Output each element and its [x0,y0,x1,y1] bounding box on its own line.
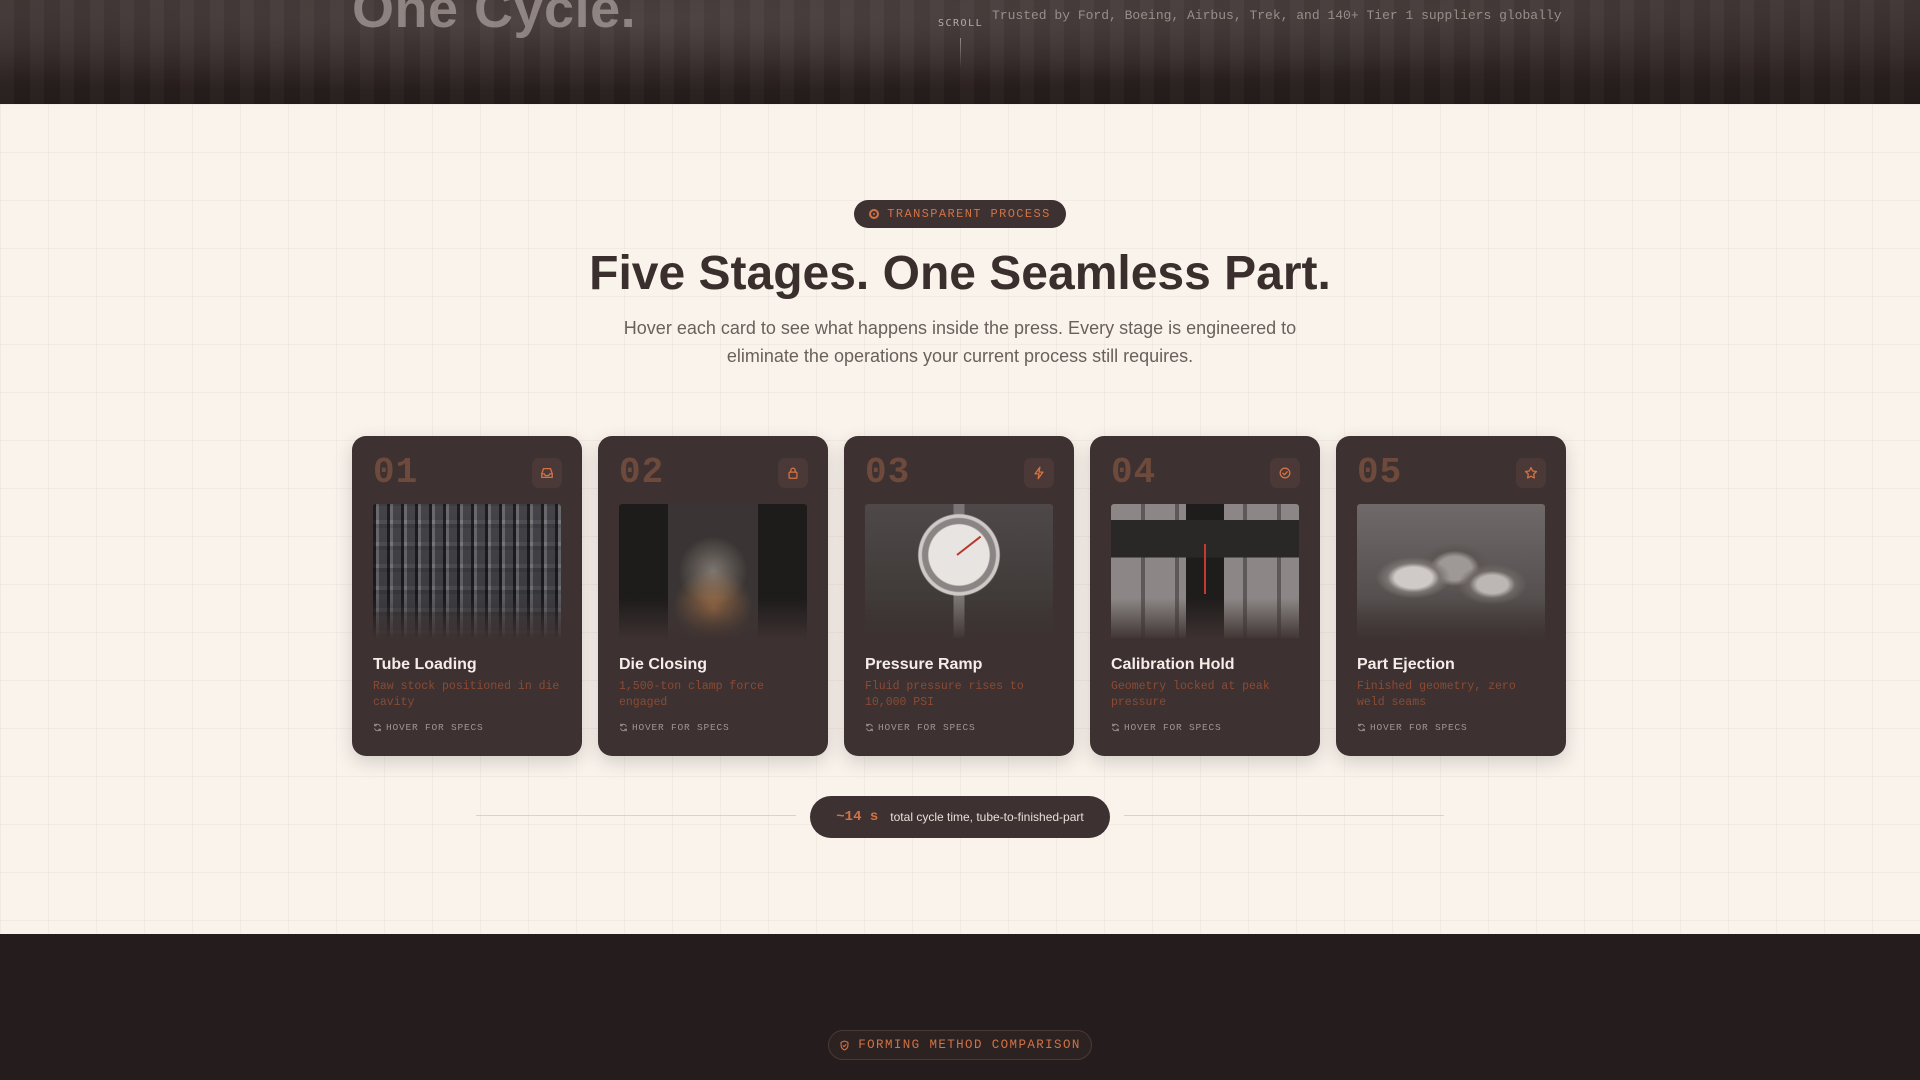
stage-image-cmm-probe [1111,504,1299,638]
shield-icon [840,1039,849,1051]
cycle-time-pill: ~14 s total cycle time, tube-to-finished… [810,796,1110,838]
stage-description: Finished geometry, zero weld seams [1357,680,1516,709]
refresh-icon [1358,723,1365,732]
stage-title: Part Ejection [1357,656,1455,673]
stage-number: 03 [865,452,911,493]
check-circle-icon [1270,458,1300,488]
stage-title: Calibration Hold [1111,656,1235,673]
hover-hint-label: HOVER FOR SPECS [1124,722,1222,733]
stage-card-calibration-hold[interactable]: 04 Calibration Hold Geometry locked at p… [1090,436,1320,756]
hover-hint: HOVER FOR SPECS [373,722,484,733]
inbox-tray-icon [532,458,562,488]
scroll-indicator-label[interactable]: SCROLL [938,18,983,29]
hover-hint-label: HOVER FOR SPECS [878,722,976,733]
refresh-icon [374,723,381,732]
stage-description: Raw stock positioned in die cavity [373,680,560,709]
cycle-time-label: total cycle time, tube-to-finished-part [890,810,1084,824]
refresh-icon [866,723,873,732]
hero-title: One Cycle. [352,0,637,39]
process-title: Five Stages. One Seamless Part. [589,247,1331,300]
hero-section: One Cycle. SCROLL Trusted by Ford, Boein… [0,0,1920,104]
stage-title: Die Closing [619,656,708,673]
hover-hint: HOVER FOR SPECS [865,722,976,733]
hover-hint: HOVER FOR SPECS [619,722,730,733]
stage-number: 02 [619,452,665,493]
refresh-icon [1112,723,1119,732]
hover-hint-label: HOVER FOR SPECS [632,722,730,733]
stage-cards: 01 Tube Loading Raw stock positioned in … [352,436,1568,756]
stage-description: 1,500-ton clamp force engaged [619,680,764,709]
stage-description: Geometry locked at peak pressure [1111,680,1270,709]
stage-number: 05 [1357,452,1403,493]
stage-card-pressure-ramp[interactable]: 03 Pressure Ramp Fluid pressure rises to… [844,436,1074,756]
stage-number: 01 [373,452,419,493]
stage-image-pressure-gauge [865,504,1053,638]
stage-description: Fluid pressure rises to 10,000 PSI [865,680,1024,709]
stage-image-warehouse-racks [373,504,561,638]
hover-hint-label: HOVER FOR SPECS [386,722,484,733]
lightning-icon [1024,458,1054,488]
stage-image-formed-tube-part [1357,504,1545,638]
gauge-needle [956,535,982,556]
lock-icon [778,458,808,488]
comparison-section: FORMING METHOD COMPARISON [0,934,1920,1080]
stage-title: Tube Loading [373,656,477,673]
stage-image-hydraulic-press [619,504,807,638]
stage-title: Pressure Ramp [865,656,983,673]
comparison-eyebrow-badge: FORMING METHOD COMPARISON [828,1030,1092,1060]
stage-card-die-closing[interactable]: 02 Die Closing 1,500-ton clamp force eng… [598,436,828,756]
cycle-time-value: ~14 s [836,809,879,825]
hover-hint-label: HOVER FOR SPECS [1370,722,1468,733]
hover-hint: HOVER FOR SPECS [1111,722,1222,733]
hover-hint: HOVER FOR SPECS [1357,722,1468,733]
refresh-icon [620,723,627,732]
trusted-by-text: Trusted by Ford, Boeing, Airbus, Trek, a… [992,8,1562,23]
divider-line-left [476,815,796,816]
process-subtitle: Hover each card to see what happens insi… [623,318,1297,366]
scroll-indicator-line [960,38,961,68]
stage-card-part-ejection[interactable]: 05 Part Ejection Finished geometry, zero… [1336,436,1566,756]
divider-line-right [1124,815,1444,816]
process-eyebrow-badge: TRANSPARENT PROCESS [854,200,1066,228]
process-section: TRANSPARENT PROCESS Five Stages. One Sea… [0,104,1920,934]
process-eyebrow-label: TRANSPARENT PROCESS [887,207,1051,221]
star-icon [1516,458,1546,488]
stage-number: 04 [1111,452,1157,493]
comparison-eyebrow-label: FORMING METHOD COMPARISON [858,1038,1081,1052]
probe-beam [1204,544,1206,594]
gear-icon [869,209,880,219]
stage-card-tube-loading[interactable]: 01 Tube Loading Raw stock positioned in … [352,436,582,756]
